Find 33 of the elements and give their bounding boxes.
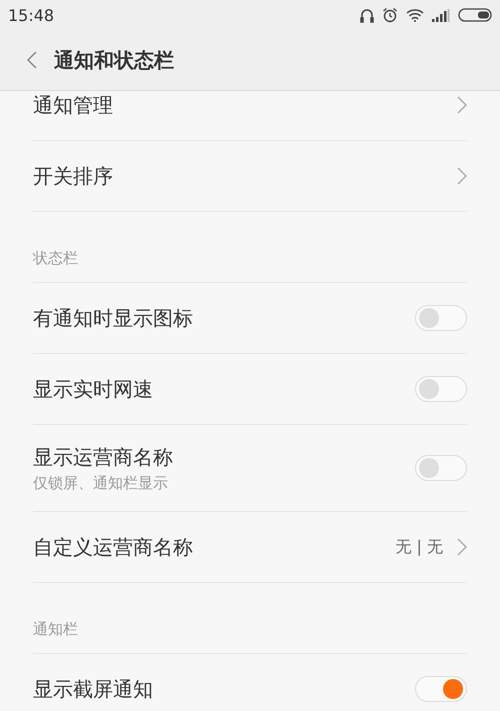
page-title: 通知和状态栏 xyxy=(54,46,174,74)
toggle-switch[interactable] xyxy=(415,676,467,702)
settings-row[interactable]: 显示截屏通知 xyxy=(33,654,467,711)
row-label: 开关排序 xyxy=(33,162,113,190)
row-label: 自定义运营商名称 xyxy=(33,534,193,560)
row-label: 显示截屏通知 xyxy=(33,676,153,702)
status-time: 15:48 xyxy=(8,6,54,24)
row-label: 显示运营商名称 xyxy=(33,444,173,470)
settings-row[interactable]: 自定义运营商名称 无 | 无 xyxy=(33,512,467,583)
signal-icon xyxy=(432,8,450,22)
battery-icon xyxy=(458,8,492,22)
chevron-right-icon xyxy=(457,167,467,185)
toggle-switch[interactable] xyxy=(415,305,467,331)
headset-icon xyxy=(360,7,374,23)
row-label: 显示实时网速 xyxy=(33,376,153,402)
back-icon xyxy=(27,51,37,69)
settings-row[interactable]: 显示运营商名称 仅锁屏、通知栏显示 xyxy=(33,425,467,512)
settings-row[interactable]: 通知管理 xyxy=(33,91,467,141)
settings-row[interactable]: 有通知时显示图标 xyxy=(33,283,467,354)
row-sublabel: 仅锁屏、通知栏显示 xyxy=(33,474,169,492)
settings-row[interactable]: 显示实时网速 xyxy=(33,354,467,425)
row-label: 通知管理 xyxy=(33,92,113,118)
section-title: 通知栏 xyxy=(33,620,78,639)
chevron-right-icon xyxy=(457,538,467,556)
wifi-icon xyxy=(406,8,424,22)
toggle-switch[interactable] xyxy=(415,376,467,402)
chevron-right-icon xyxy=(457,96,467,114)
settings-row[interactable]: 开关排序 xyxy=(33,141,467,212)
toggle-switch[interactable] xyxy=(415,455,467,481)
alarm-icon xyxy=(382,7,398,23)
section-title: 状态栏 xyxy=(33,249,78,268)
row-label: 有通知时显示图标 xyxy=(33,304,193,332)
value-text: 无 | 无 xyxy=(395,536,443,558)
